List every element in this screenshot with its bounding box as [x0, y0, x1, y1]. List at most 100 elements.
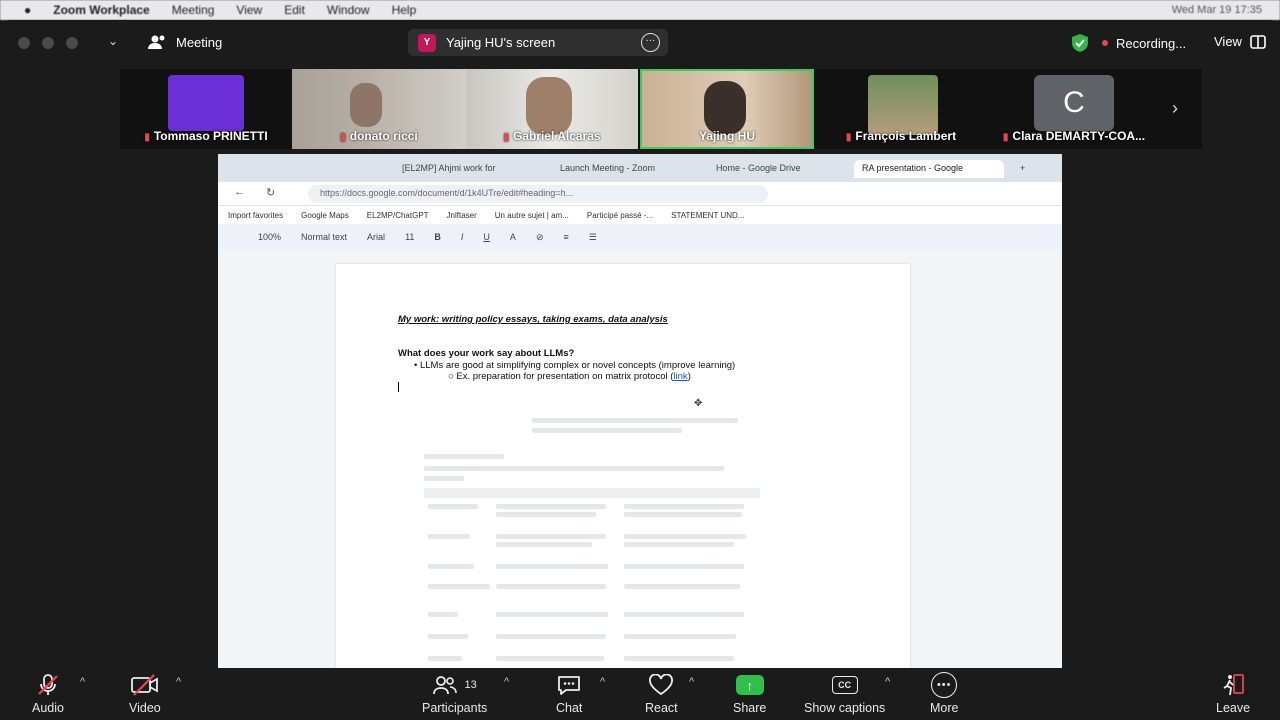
captions-button[interactable]: CC Show captions — [804, 672, 885, 715]
participant-video — [526, 77, 572, 135]
browser-tab[interactable]: Launch Meeting - Zoom — [552, 160, 692, 178]
window-controls — [18, 37, 78, 49]
participant-tile[interactable]: ▮ Gabriel Alcaras — [466, 69, 638, 149]
react-button[interactable]: React — [645, 672, 678, 715]
browser-tab-active[interactable]: RA presentation - Google — [854, 160, 1004, 178]
audio-label: Audio — [32, 701, 64, 715]
menu-edit[interactable]: Edit — [284, 3, 305, 17]
leave-button[interactable]: Leave — [1216, 672, 1250, 715]
align-icon[interactable]: ≡ — [563, 232, 568, 242]
browser-tab[interactable]: Home - Google Drive — [708, 160, 848, 178]
share-label: Share — [733, 701, 767, 715]
maximize-window-icon[interactable] — [66, 37, 78, 49]
recording-status[interactable]: Recording... — [1072, 34, 1186, 52]
bookmarks-bar: Import favorites Google Maps EL2MP/ChatG… — [218, 206, 1062, 224]
participants-label: Participants — [422, 701, 488, 715]
participants-button[interactable]: 13 Participants — [422, 672, 487, 715]
doc-bullet: • LLMs are good at simplifying complex o… — [414, 360, 736, 371]
close-window-icon[interactable] — [18, 37, 30, 49]
participant-tile[interactable]: C ▮ Clara DEMARTY-COA... — [988, 69, 1160, 149]
participant-tile-active-speaker[interactable]: Yajing HU — [640, 69, 814, 149]
font-select[interactable]: Arial — [367, 232, 385, 242]
captions-options-chevron-icon[interactable]: ^ — [885, 676, 890, 688]
participant-tile[interactable]: ▮ Tommaso PRINETTI — [120, 69, 292, 149]
video-off-icon — [130, 674, 158, 696]
video-options-chevron-icon[interactable]: ^ — [176, 676, 181, 688]
address-bar[interactable]: https://docs.google.com/document/d/1k4UT… — [308, 185, 768, 203]
macos-menubar: ● Zoom Workplace Meeting View Edit Windo… — [0, 0, 1280, 20]
link-icon[interactable]: ⊘ — [536, 232, 544, 243]
bookmark-item[interactable]: Google Maps — [301, 211, 349, 220]
menu-view[interactable]: View — [236, 3, 262, 17]
document-page[interactable]: My work: writing policy essays, taking e… — [336, 264, 910, 669]
chat-button[interactable]: Chat — [556, 672, 582, 715]
move-cursor-icon: ✥ — [694, 398, 703, 409]
participant-name: Yajing HU — [698, 129, 755, 143]
mic-off-icon: ▮ — [1002, 132, 1009, 143]
participant-name: François Lambert — [855, 129, 957, 143]
participant-tile[interactable]: ▮ donato ricci — [292, 69, 466, 149]
participant-name: donato ricci — [349, 129, 418, 143]
participants-count: 13 — [464, 679, 477, 691]
meeting-info[interactable]: Meeting — [148, 34, 222, 50]
italic-icon[interactable]: I — [461, 232, 464, 242]
audio-options-chevron-icon[interactable]: ^ — [80, 676, 85, 688]
menu-window[interactable]: Window — [327, 3, 370, 17]
mic-off-icon: ▮ — [144, 132, 150, 143]
doc-sub-bullet: ○ Ex. preparation for presentation on ma… — [448, 371, 691, 382]
participant-avatar — [168, 75, 244, 131]
doc-link[interactable]: link — [673, 371, 687, 382]
mic-off-icon: ▮ — [845, 132, 852, 143]
gallery-toggle[interactable]: ⌄ — [108, 34, 118, 48]
font-size-field[interactable]: 11 — [405, 232, 414, 242]
video-button[interactable]: Video — [129, 672, 161, 715]
bookmark-item[interactable]: EL2MP/ChatGPT — [367, 211, 429, 220]
shield-check-icon — [1072, 34, 1088, 52]
react-options-chevron-icon[interactable]: ^ — [689, 676, 694, 688]
participant-video — [704, 81, 746, 135]
apple-icon[interactable]: ● — [24, 3, 31, 17]
text-color-icon[interactable]: A — [510, 232, 516, 242]
recording-label: Recording... — [1116, 35, 1187, 51]
recording-dot-icon — [1102, 40, 1108, 46]
back-icon[interactable]: ← — [234, 186, 245, 198]
new-tab-icon[interactable]: + — [1012, 160, 1032, 178]
bookmark-item[interactable]: Un autre sujet | am... — [495, 211, 569, 220]
bookmark-item[interactable]: STATEMENT UND... — [671, 211, 744, 220]
audio-button[interactable]: Audio — [32, 672, 64, 715]
screen-share-indicator[interactable]: Y Yajing HU's screen ··· — [408, 29, 668, 56]
zoom-select[interactable]: 100% — [258, 232, 281, 242]
more-options-icon[interactable]: ··· — [641, 33, 660, 52]
participants-options-chevron-icon[interactable]: ^ — [504, 676, 509, 688]
gallery-next-icon[interactable]: › — [1172, 98, 1178, 119]
participant-video — [868, 75, 938, 135]
bookmark-item[interactable]: Jnlftaser — [447, 211, 477, 220]
more-button[interactable]: ••• More — [930, 672, 958, 715]
reload-icon[interactable]: ↻ — [266, 186, 275, 199]
leave-label: Leave — [1216, 701, 1251, 715]
docs-format-toolbar: 100% Normal text Arial 11 B I U A ⊘ ≡ ☰ — [218, 224, 1062, 250]
chat-options-chevron-icon[interactable]: ^ — [600, 676, 605, 688]
video-label: Video — [129, 701, 161, 715]
style-select[interactable]: Normal text — [301, 232, 347, 242]
mic-muted-icon — [38, 674, 58, 695]
underline-icon[interactable]: U — [483, 232, 490, 242]
bookmark-item[interactable]: Participé passé -... — [587, 211, 653, 220]
list-icon[interactable]: ☰ — [589, 232, 597, 243]
view-button[interactable]: View — [1214, 34, 1266, 49]
browser-tab[interactable]: [EL2MP] Ahjmi work for — [394, 160, 534, 178]
minimize-window-icon[interactable] — [42, 37, 54, 49]
mic-off-icon: ▮ — [340, 132, 346, 143]
bold-icon[interactable]: B — [434, 232, 441, 242]
share-button[interactable]: ↑ Share — [733, 672, 766, 715]
menu-help[interactable]: Help — [392, 3, 417, 17]
view-label: View — [1214, 34, 1242, 49]
more-dots-icon: ••• — [931, 672, 958, 698]
browser-tab-strip: [EL2MP] Ahjmi work for Launch Meeting - … — [218, 154, 1062, 182]
menu-meeting[interactable]: Meeting — [172, 3, 215, 17]
participant-name: Gabriel Alcaras — [512, 129, 601, 143]
menu-app-name[interactable]: Zoom Workplace — [53, 3, 149, 17]
participant-tile[interactable]: ▮ François Lambert — [814, 69, 988, 149]
bookmark-item[interactable]: Import favorites — [228, 211, 283, 220]
cc-icon: CC — [831, 676, 858, 694]
